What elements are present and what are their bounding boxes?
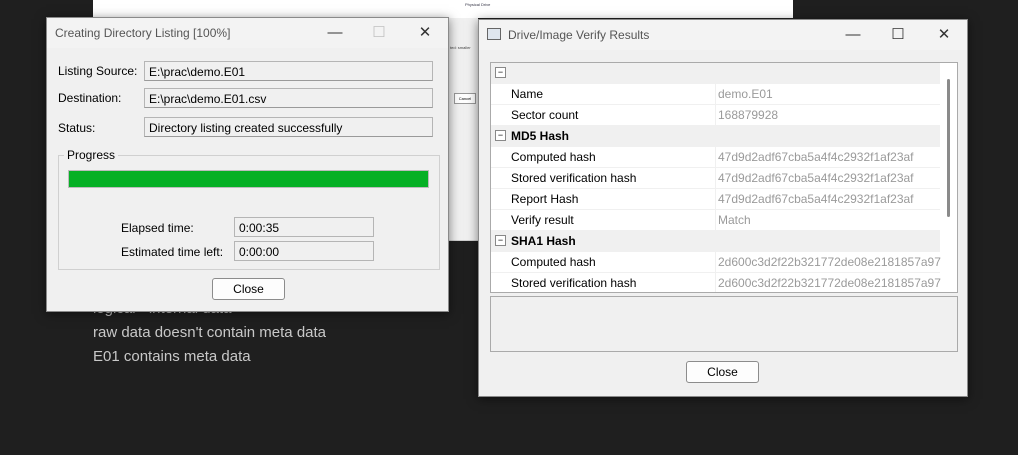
property-name: Verify result xyxy=(511,213,574,227)
minimize-icon[interactable]: — xyxy=(323,22,347,44)
estimated-time-field[interactable]: 0:00:00 xyxy=(234,241,374,261)
property-name: Report Hash xyxy=(511,192,579,206)
listing-close-button[interactable]: Close xyxy=(212,278,285,300)
results-tree[interactable]: − Name demo.E01 Sector count 168879928 −… xyxy=(490,62,958,293)
background-cancel-button: Cancel xyxy=(454,93,476,104)
status-field[interactable]: Directory listing created successfully xyxy=(144,117,433,137)
elapsed-time-label: Elapsed time: xyxy=(121,221,194,235)
progress-group: Progress Elapsed time: 0:00:35 Estimated… xyxy=(58,148,440,270)
collapse-icon[interactable]: − xyxy=(495,130,506,141)
property-name: Computed hash xyxy=(511,150,596,164)
tree-row[interactable]: Verify result Match xyxy=(491,210,940,231)
background-snippet: ted: smaller xyxy=(450,45,471,50)
property-value: demo.E01 xyxy=(715,84,943,104)
background-note-2: raw data doesn't contain meta data xyxy=(93,324,327,341)
property-value: 2d600c3d2f22b321772de08e2181857a976b xyxy=(715,273,954,292)
verify-titlebar[interactable]: Drive/Image Verify Results — ☐ ✕ xyxy=(479,20,967,50)
property-name: Computed hash xyxy=(511,255,596,269)
property-value: 2d600c3d2f22b321772de08e2181857a976b xyxy=(715,252,954,272)
property-value: 47d9d2adf67cba5a4f4c2932f1af23af xyxy=(715,168,943,188)
directory-listing-window: Creating Directory Listing [100%] — ☐ ✕ … xyxy=(46,17,449,312)
close-icon[interactable]: ✕ xyxy=(413,22,437,44)
progress-bar-fill xyxy=(69,171,428,187)
property-name: Name xyxy=(511,87,544,101)
progress-bar xyxy=(68,170,429,188)
verify-results-window: Drive/Image Verify Results — ☐ ✕ − Name … xyxy=(478,19,968,397)
collapse-icon[interactable]: − xyxy=(495,67,506,78)
property-value: Match xyxy=(715,210,943,230)
tree-scrollbar[interactable] xyxy=(941,63,956,292)
property-value: 168879928 xyxy=(715,105,943,125)
listing-source-field[interactable]: E:\prac\demo.E01 xyxy=(144,61,433,81)
verify-close-button[interactable]: Close xyxy=(686,361,759,383)
minimize-icon[interactable]: — xyxy=(841,24,865,46)
scrollbar-thumb[interactable] xyxy=(947,79,950,217)
listing-window-title: Creating Directory Listing [100%] xyxy=(55,26,231,40)
tree-row[interactable]: Computed hash 47d9d2adf67cba5a4f4c2932f1… xyxy=(491,147,940,168)
verify-window-title: Drive/Image Verify Results xyxy=(508,28,650,42)
property-name: Sector count xyxy=(511,108,579,122)
background-dialog-edge: ted: smaller Cancel xyxy=(448,18,478,241)
property-value: 47d9d2adf67cba5a4f4c2932f1af23af xyxy=(715,147,943,167)
section-title: SHA1 Hash xyxy=(511,234,576,248)
tree-section-md5[interactable]: − MD5 Hash xyxy=(491,126,940,147)
maximize-icon: ☐ xyxy=(372,24,386,41)
estimated-time-label: Estimated time left: xyxy=(121,245,224,259)
description-pane xyxy=(490,296,958,352)
tree-section-root[interactable]: − xyxy=(491,63,940,84)
tree-row[interactable]: Sector count 168879928 xyxy=(491,105,940,126)
tree-section-sha1[interactable]: − SHA1 Hash xyxy=(491,231,940,252)
collapse-icon[interactable]: − xyxy=(495,235,506,246)
listing-source-label: Listing Source: xyxy=(58,64,138,78)
property-name: Stored verification hash xyxy=(511,276,637,290)
property-value: 47d9d2adf67cba5a4f4c2932f1af23af xyxy=(715,189,943,209)
tree-row[interactable]: Name demo.E01 xyxy=(491,84,940,105)
tree-row[interactable]: Report Hash 47d9d2adf67cba5a4f4c2932f1af… xyxy=(491,189,940,210)
listing-titlebar[interactable]: Creating Directory Listing [100%] — ☐ ✕ xyxy=(47,18,448,48)
background-document: Physical Drive xyxy=(93,0,793,18)
elapsed-time-field[interactable]: 0:00:35 xyxy=(234,217,374,237)
status-label: Status: xyxy=(58,121,96,135)
close-icon[interactable]: ✕ xyxy=(932,24,956,46)
destination-label: Destination: xyxy=(58,91,122,105)
tree-row[interactable]: Computed hash 2d600c3d2f22b321772de08e21… xyxy=(491,252,954,273)
background-option-text: Physical Drive xyxy=(465,2,491,7)
property-name: Stored verification hash xyxy=(511,171,637,185)
background-option-panel: Physical Drive xyxy=(445,0,545,18)
background-note-3: E01 contains meta data xyxy=(93,348,251,365)
section-title: MD5 Hash xyxy=(511,129,570,143)
app-icon xyxy=(487,28,501,40)
tree-row[interactable]: Stored verification hash 2d600c3d2f22b32… xyxy=(491,273,954,292)
maximize-icon[interactable]: ☐ xyxy=(886,24,910,46)
destination-field[interactable]: E:\prac\demo.E01.csv xyxy=(144,88,433,108)
tree-row[interactable]: Stored verification hash 47d9d2adf67cba5… xyxy=(491,168,940,189)
progress-legend: Progress xyxy=(64,148,119,162)
